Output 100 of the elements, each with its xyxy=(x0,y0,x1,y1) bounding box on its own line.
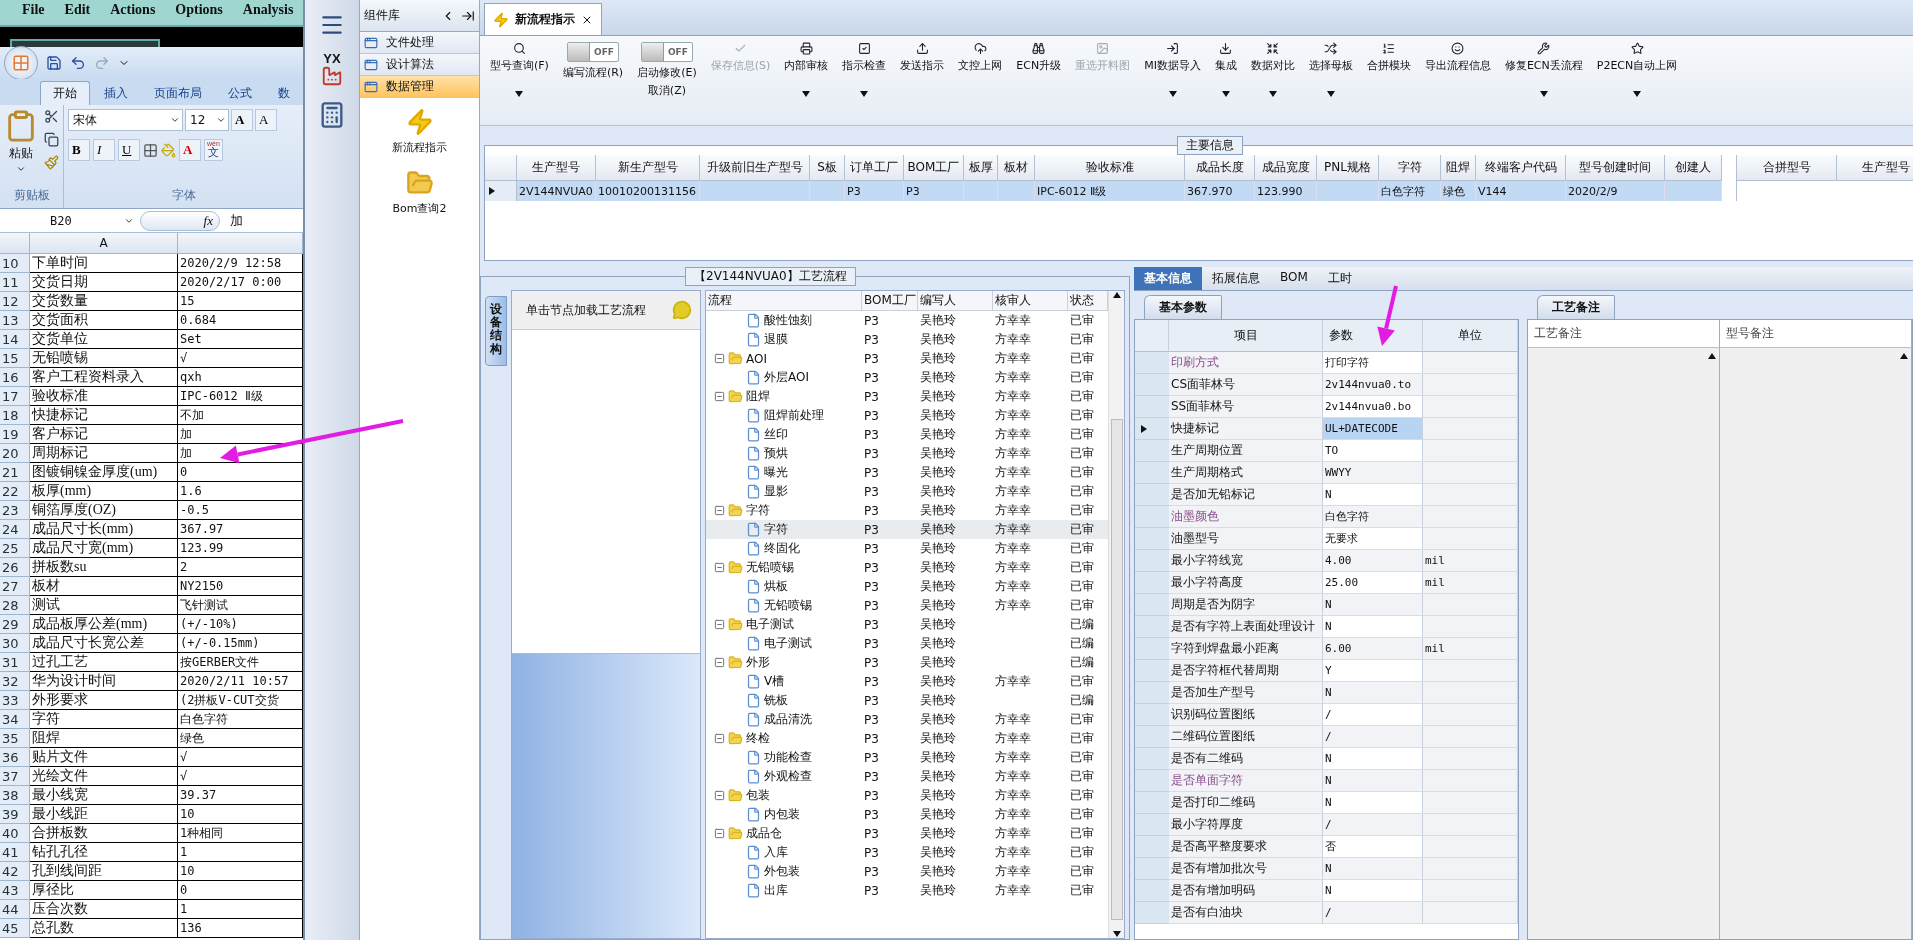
spreadsheet-cell[interactable]: 图镀铜镍金厚度(um) xyxy=(30,463,178,482)
table-cell[interactable]: 4.00 xyxy=(1323,550,1423,572)
table-cell[interactable]: N xyxy=(1323,616,1423,638)
format-painter-icon[interactable] xyxy=(44,155,59,170)
table-cell[interactable] xyxy=(998,181,1035,201)
spreadsheet-cell[interactable]: 飞针测试 xyxy=(178,596,303,615)
underline-button[interactable]: U xyxy=(118,139,140,161)
undo-icon[interactable] xyxy=(70,55,86,71)
table-cell[interactable]: 绿色 xyxy=(1441,181,1476,201)
paste-button[interactable]: 粘贴 xyxy=(9,145,33,162)
spreadsheet-cell[interactable]: 1 xyxy=(178,900,303,919)
toolbar-button[interactable]: P2ECN自动上网 xyxy=(1594,42,1680,98)
spreadsheet-cell[interactable]: 钻孔孔径 xyxy=(30,843,178,862)
spreadsheet-cell[interactable]: 压合次数 xyxy=(30,900,178,919)
table-cell[interactable]: N xyxy=(1323,880,1423,902)
table-cell[interactable]: 2020/2/9 xyxy=(1566,181,1665,201)
table-cell[interactable] xyxy=(1665,181,1722,201)
table-cell[interactable]: 油墨型号 xyxy=(1169,528,1323,550)
table-cell[interactable]: N xyxy=(1323,682,1423,704)
spreadsheet-cell[interactable]: 过孔工艺 xyxy=(30,653,178,672)
spreadsheet-cell[interactable]: 华为设计时间 xyxy=(30,672,178,691)
tab[interactable]: 拓展信息 xyxy=(1202,267,1270,290)
table-cell[interactable]: / xyxy=(1323,902,1423,924)
spreadsheet-cell[interactable]: 2020/2/11 10:57 xyxy=(178,672,303,691)
ribbon-tab[interactable]: 插入 xyxy=(92,82,140,105)
table-cell[interactable]: 是否有增加批次号 xyxy=(1169,858,1323,880)
table-cell[interactable]: V144 xyxy=(1476,181,1566,201)
spreadsheet-cell[interactable]: 1 xyxy=(178,843,303,862)
menu-item[interactable]: Analysis xyxy=(242,2,294,25)
toolbar-button[interactable]: MI数据导入 xyxy=(1142,42,1203,98)
tab[interactable]: 工时 xyxy=(1317,267,1362,290)
toolbar-button[interactable]: 数据对比 xyxy=(1248,42,1297,98)
spreadsheet-cell[interactable]: (2拼板V-CUT交货 xyxy=(178,691,303,710)
spreadsheet-cell[interactable]: 测试 xyxy=(30,596,178,615)
table-cell[interactable]: 白色字符 xyxy=(1323,506,1423,528)
font-name-field[interactable]: 宋体 xyxy=(68,109,183,131)
table-cell[interactable]: 是否打印二维码 xyxy=(1169,792,1323,814)
spreadsheet-cell[interactable]: 绿色 xyxy=(178,729,303,748)
spreadsheet-cell[interactable]: 2 xyxy=(178,558,303,577)
spreadsheet-cell[interactable]: 136 xyxy=(178,919,303,938)
tab[interactable]: BOM xyxy=(1270,267,1318,290)
spreadsheet-cell[interactable]: Set xyxy=(178,330,303,349)
spreadsheet-cell[interactable]: 客户标记 xyxy=(30,425,178,444)
table-cell[interactable]: 打印字符 xyxy=(1323,352,1423,374)
spreadsheet-cell[interactable]: 交货单位 xyxy=(30,330,178,349)
spreadsheet-cell[interactable]: 成品尺寸长宽公差 xyxy=(30,634,178,653)
spreadsheet-cell[interactable]: 厚径比 xyxy=(30,881,178,900)
tool-item[interactable]: Bom查询2 xyxy=(360,159,479,220)
spreadsheet-cell[interactable]: 交货面积 xyxy=(30,311,178,330)
table-cell[interactable]: 生产周期位置 xyxy=(1169,440,1323,462)
table-cell[interactable]: WWYY xyxy=(1323,462,1423,484)
spreadsheet-cell[interactable]: 2020/2/17 0:00 xyxy=(178,273,303,292)
table-cell[interactable]: 识别码位置图纸 xyxy=(1169,704,1323,726)
tree-node[interactable]: 字符 xyxy=(706,520,862,539)
spreadsheet-cell[interactable]: (+/-10%) xyxy=(178,615,303,634)
spreadsheet-cell[interactable]: qxh xyxy=(178,368,303,387)
spreadsheet-cell[interactable]: 客户工程资料录入 xyxy=(30,368,178,387)
copy-icon[interactable] xyxy=(44,132,59,147)
table-cell[interactable]: 2V144NVUA0 xyxy=(517,181,596,201)
table-cell[interactable]: 10010200131156 xyxy=(596,181,700,201)
toolbar-button[interactable]: 修复ECN丢流程 xyxy=(1502,42,1585,98)
spreadsheet-cell[interactable]: 按GERBER文件 xyxy=(178,653,303,672)
menu-item[interactable]: Options xyxy=(175,2,223,25)
table-cell[interactable]: N xyxy=(1323,748,1423,770)
scroll-up-icon[interactable] xyxy=(1900,353,1908,359)
spreadsheet-cell[interactable]: 成品尺寸长(mm) xyxy=(30,520,178,539)
spreadsheet-cell[interactable]: 交货数量 xyxy=(30,292,178,311)
table-cell[interactable]: / xyxy=(1323,704,1423,726)
spreadsheet-cell[interactable]: √ xyxy=(178,349,303,368)
table-cell[interactable]: 是否有二维码 xyxy=(1169,748,1323,770)
name-box[interactable]: B20 xyxy=(0,213,140,228)
spreadsheet-cell[interactable]: NY2150 xyxy=(178,577,303,596)
office-button[interactable] xyxy=(4,46,38,80)
menu-item[interactable]: Edit xyxy=(64,2,91,25)
spreadsheet-cell[interactable]: 0.684 xyxy=(178,311,303,330)
toggle-switch[interactable]: OFF 编写流程(R) xyxy=(560,42,626,80)
toggle-switch[interactable]: OFF 启动修改(E) 取消(Z) xyxy=(635,42,699,98)
tab[interactable]: 基本信息 xyxy=(1134,267,1202,290)
spreadsheet-cell[interactable]: 拼板数su xyxy=(30,558,178,577)
spreadsheet-cell[interactable]: 快捷标记 xyxy=(30,406,178,425)
table-cell[interactable]: 字符到焊盘最小距离 xyxy=(1169,638,1323,660)
toolbar-button[interactable]: 内部审核 xyxy=(782,42,831,98)
table-cell[interactable]: 2v144nvua0.bo xyxy=(1323,396,1423,418)
toolbar-button[interactable]: 合拼模块 xyxy=(1364,42,1413,73)
table-cell[interactable]: P3 xyxy=(904,181,964,201)
table-cell[interactable]: 周期是否为阴字 xyxy=(1169,594,1323,616)
toolbar-button[interactable]: 型号查询(F) xyxy=(488,42,551,98)
spreadsheet-cell[interactable]: (+/-0.15mm) xyxy=(178,634,303,653)
spreadsheet-cell[interactable]: 加 xyxy=(178,425,303,444)
grow-font-button[interactable]: A xyxy=(231,109,253,131)
toolbar-button[interactable]: 导出流程信息 xyxy=(1422,42,1493,73)
spreadsheet-cell[interactable]: -0.5 xyxy=(178,501,303,520)
table-cell[interactable]: 6.00 xyxy=(1323,638,1423,660)
font-size-field[interactable]: 12 xyxy=(185,109,229,131)
spreadsheet-cell[interactable]: 2020/2/9 12:58 xyxy=(178,254,303,273)
table-cell[interactable]: / xyxy=(1323,726,1423,748)
table-cell[interactable]: 是否字符框代替周期 xyxy=(1169,660,1323,682)
table-cell[interactable]: 二维码位置图纸 xyxy=(1169,726,1323,748)
scrollbar[interactable] xyxy=(1108,291,1124,938)
toolbar-button[interactable]: 发送指示 xyxy=(898,42,947,73)
